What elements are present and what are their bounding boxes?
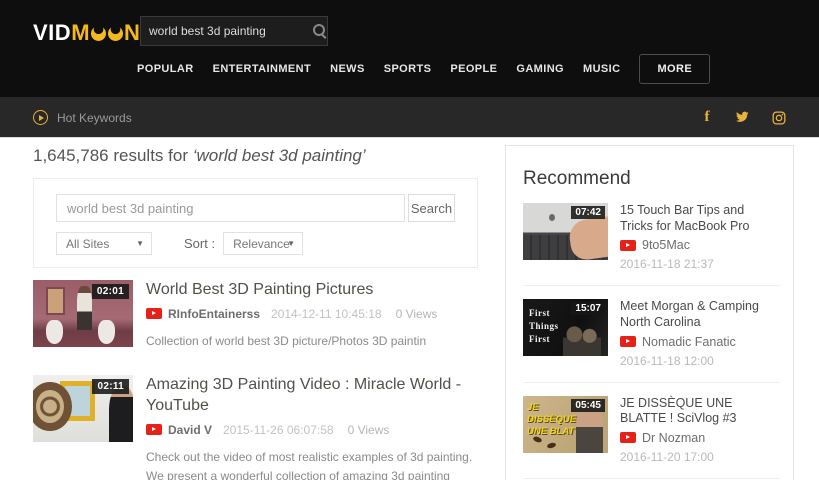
recommend-panel: Recommend 07:42 15 Touch Bar Tips and Tr… [505,145,794,480]
header: VIDM N POPULAR ENTERTAINMENT NEWS SPORTS … [0,0,819,97]
video-thumbnail[interactable]: 02:11 [33,375,133,442]
chevron-down-icon: ▼ [287,239,295,248]
upload-date: 2016-11-18 12:00 [620,354,780,368]
video-title[interactable]: Amazing 3D Painting Video : Miracle Worl… [146,375,478,417]
youtube-icon [620,336,636,347]
youtube-icon [146,308,162,319]
duration-badge: 05:45 [571,399,605,412]
video-description: Check out the video of most realistic ex… [146,448,486,480]
video-title[interactable]: 15 Touch Bar Tips and Tricks for MacBook… [620,203,780,234]
view-count: 0 Views [348,423,390,437]
result-item: 02:01 World Best 3D Painting Pictures RI… [33,280,478,351]
upload-date: 2014-12-11 10:45:18 [271,307,382,321]
nav-item-news[interactable]: NEWS [330,63,365,75]
moon-icon [91,26,106,41]
hot-keywords[interactable]: Hot Keywords [33,97,132,138]
sort-label: Sort : [184,236,215,251]
nav-item-music[interactable]: MUSIC [583,63,620,75]
play-circle-icon [33,110,48,125]
nav-item-entertainment[interactable]: ENTERTAINMENT [213,63,312,75]
video-title[interactable]: JE DISSÈQUE UNE BLATTE ! SciVlog #3 [620,396,780,427]
sites-select-value: All Sites [66,237,109,251]
hot-keywords-bar: Hot Keywords f [0,97,819,138]
duration-badge: 07:42 [571,206,605,219]
duration-badge: 02:11 [92,379,129,394]
nav-item-people[interactable]: PEOPLE [450,63,497,75]
results-query: ‘world best 3d painting’ [193,146,366,165]
twitter-icon[interactable] [736,111,750,125]
main-nav: POPULAR ENTERTAINMENT NEWS SPORTS PEOPLE… [137,52,710,86]
social-links: f [700,97,786,138]
channel-name[interactable]: Nomadic Fanatic [642,335,736,349]
duration-badge: 15:07 [571,302,605,315]
view-count: 0 Views [396,307,438,321]
video-thumbnail[interactable]: First Things First 15:07 [523,299,608,356]
nav-item-popular[interactable]: POPULAR [137,63,194,75]
logo-n: N [124,20,140,46]
instagram-icon[interactable] [772,111,786,125]
video-title[interactable]: World Best 3D Painting Pictures [146,280,478,301]
video-thumbnail[interactable]: 02:01 [33,280,133,347]
youtube-icon [146,424,162,435]
recommend-item: 07:42 15 Touch Bar Tips and Tricks for M… [523,190,780,286]
hot-keywords-label: Hot Keywords [57,111,132,125]
results-heading: 1,645,786 results for ‘world best 3d pai… [33,146,366,166]
results-count: 1,645,786 results for [33,146,188,165]
sort-select-value: Relevance [233,237,290,251]
logo-vid: VID [33,20,71,46]
header-search-input[interactable] [141,24,312,38]
recommend-item: First Things First 15:07 Meet Morgan & C… [523,286,780,382]
search-filter-panel: Search All Sites ▼ Sort : Relevance ▼ [33,178,478,268]
upload-date: 2016-11-20 17:00 [620,450,780,464]
search-button[interactable]: Search [408,194,455,222]
upload-date: 2016-11-18 21:37 [620,257,780,271]
logo-m: M [71,20,90,46]
channel-name[interactable]: Dr Nozman [642,431,705,445]
chevron-down-icon: ▼ [136,239,144,248]
facebook-icon[interactable]: f [700,111,714,125]
video-title[interactable]: Meet Morgan & Camping North Carolina [620,299,780,330]
recommend-heading: Recommend [523,168,793,190]
youtube-icon [620,432,636,443]
channel-name[interactable]: David V [168,423,212,437]
header-search [140,16,328,46]
nav-item-gaming[interactable]: GAMING [516,63,564,75]
channel-name[interactable]: RInfoEntainerss [168,307,260,321]
video-description: Collection of world best 3D picture/Phot… [146,332,486,351]
page: VIDM N POPULAR ENTERTAINMENT NEWS SPORTS … [0,0,819,480]
moon-icon [108,26,123,41]
recommend-item: JE DISSÈQUE UNE BLATTE 05:45 JE DISSÈQUE… [523,383,780,479]
video-thumbnail[interactable]: JE DISSÈQUE UNE BLATTE 05:45 [523,396,608,453]
site-logo[interactable]: VIDM N [33,20,140,46]
result-item: 02:11 Amazing 3D Painting Video : Miracl… [33,375,478,480]
search-icon[interactable] [312,23,319,39]
channel-name[interactable]: 9to5Mac [642,238,690,252]
video-thumbnail[interactable]: 07:42 [523,203,608,260]
sites-select[interactable]: All Sites ▼ [56,232,152,255]
nav-more-button[interactable]: MORE [639,54,710,84]
upload-date: 2015-11-26 06:07:58 [223,423,334,437]
duration-badge: 02:01 [92,284,129,299]
search-input[interactable] [56,194,405,222]
sort-select[interactable]: Relevance ▼ [223,232,303,255]
nav-item-sports[interactable]: SPORTS [384,63,432,75]
youtube-icon [620,240,636,251]
